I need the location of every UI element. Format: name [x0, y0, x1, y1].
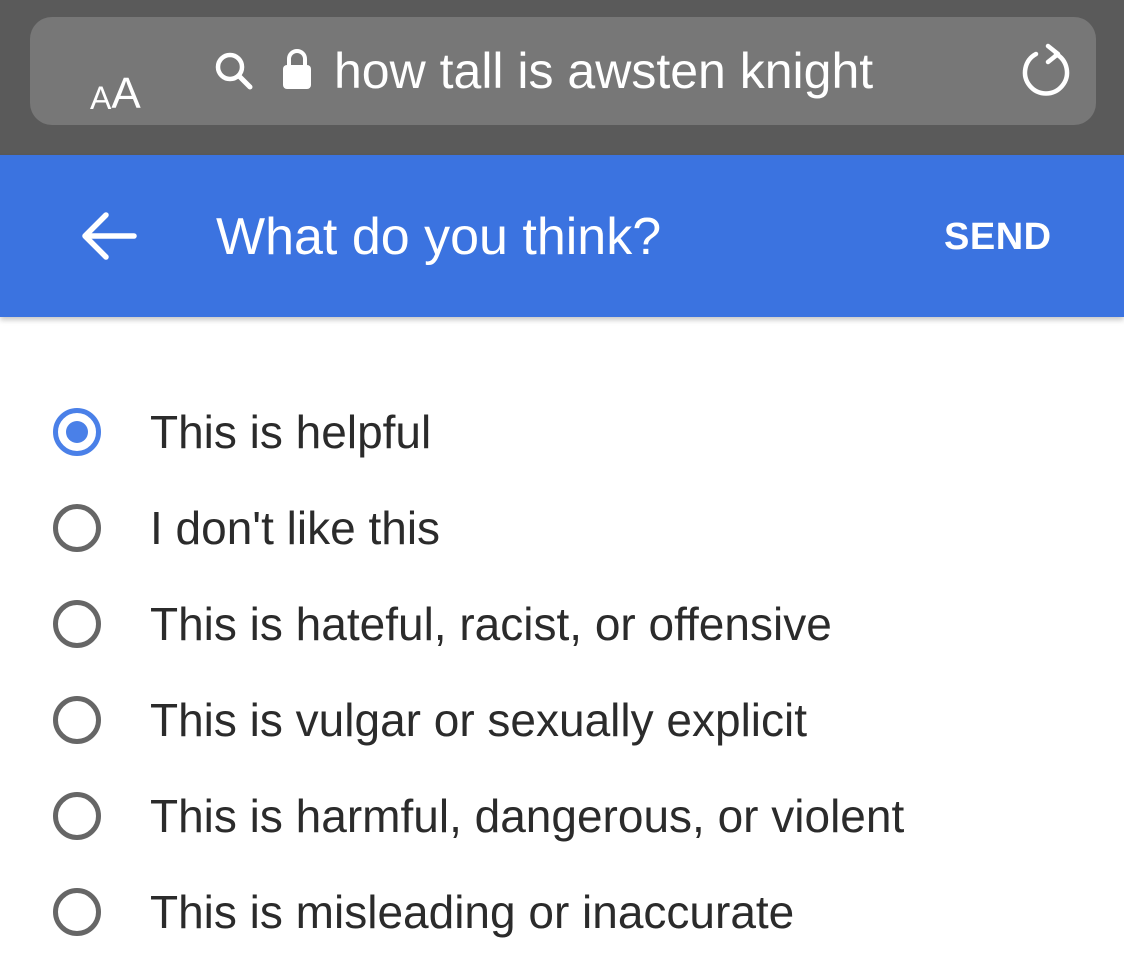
back-arrow-icon[interactable] — [80, 210, 138, 262]
option-label: This is hateful, racist, or offensive — [150, 598, 832, 650]
option-dont-like[interactable]: I don't like this — [0, 480, 1124, 576]
radio-button[interactable] — [53, 504, 101, 552]
option-helpful[interactable]: This is helpful — [0, 384, 1124, 480]
radio-button[interactable] — [53, 888, 101, 936]
option-label: This is harmful, dangerous, or violent — [150, 790, 905, 842]
lock-icon — [283, 49, 311, 89]
option-label: This is helpful — [150, 406, 432, 458]
radio-button[interactable] — [53, 696, 101, 744]
option-vulgar[interactable]: This is vulgar or sexually explicit — [0, 672, 1124, 768]
reload-icon[interactable] — [1018, 42, 1074, 100]
option-hateful[interactable]: This is hateful, racist, or offensive — [0, 576, 1124, 672]
option-label: This is misleading or inaccurate — [150, 886, 795, 938]
text-size-large-a: A — [111, 69, 141, 118]
feedback-header: What do you think? SEND — [0, 155, 1124, 317]
radio-button[interactable] — [53, 600, 101, 648]
text-size-small-a: A — [90, 80, 112, 116]
send-button[interactable]: SEND — [944, 212, 1052, 262]
option-misleading[interactable]: This is misleading or inaccurate — [0, 864, 1124, 960]
radio-button-selected[interactable] — [53, 408, 101, 456]
search-icon — [215, 52, 253, 90]
radio-button[interactable] — [53, 792, 101, 840]
option-harmful[interactable]: This is harmful, dangerous, or violent — [0, 768, 1124, 864]
url-text[interactable]: how tall is awsten knight — [334, 40, 873, 102]
page-title: What do you think? — [216, 208, 662, 266]
browser-toolbar: A A how tall is awsten knight — [0, 0, 1124, 155]
text-size-button[interactable]: A A — [90, 62, 141, 118]
option-label: I don't like this — [150, 502, 441, 554]
option-label: This is vulgar or sexually explicit — [150, 694, 808, 746]
